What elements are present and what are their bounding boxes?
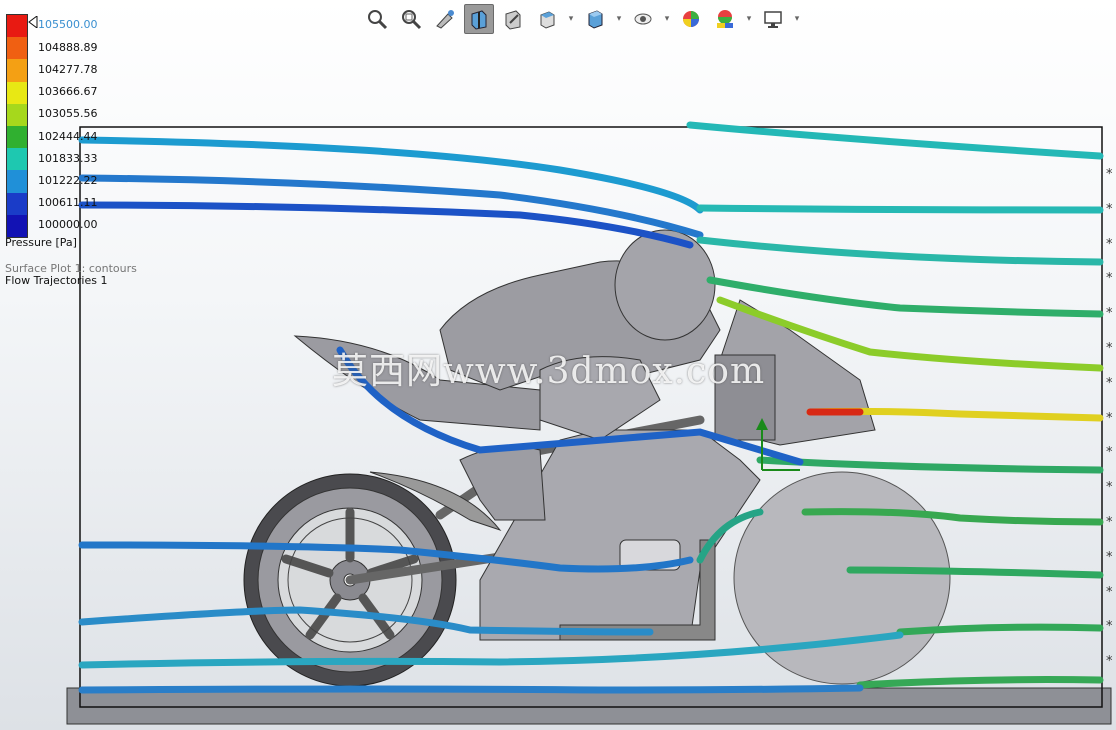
side-marker: * bbox=[1106, 654, 1113, 670]
legend-label: 100611.11 bbox=[38, 196, 98, 209]
display-style-icon[interactable] bbox=[580, 4, 610, 34]
heads-up-view-toolbar: ▾ ▾ ▾ ▾ ▾ bbox=[362, 4, 802, 34]
color-bar-segment bbox=[7, 192, 27, 215]
hide-show-items-icon[interactable] bbox=[628, 4, 658, 34]
legend-label: 101833.33 bbox=[38, 152, 98, 165]
edit-appearance-icon[interactable] bbox=[676, 4, 706, 34]
graphics-viewport[interactable]: ▾ ▾ ▾ ▾ ▾ 105500.00 104888.89 104277.78 … bbox=[0, 0, 1116, 730]
ground-plane bbox=[66, 687, 1112, 725]
apply-scene-icon[interactable] bbox=[710, 4, 740, 34]
side-marker: * bbox=[1106, 549, 1113, 565]
side-marker: * bbox=[1106, 306, 1113, 322]
zoom-to-area-icon[interactable] bbox=[396, 4, 426, 34]
side-marker: * bbox=[1106, 584, 1113, 600]
view-orientation-icon[interactable] bbox=[532, 4, 562, 34]
side-marker: * bbox=[1106, 480, 1113, 496]
color-bar-segment bbox=[7, 81, 27, 104]
hide-show-dropdown-icon[interactable]: ▾ bbox=[662, 4, 672, 34]
view-settings-icon[interactable] bbox=[758, 4, 788, 34]
side-marker: * bbox=[1106, 619, 1113, 635]
legend-max-marker-icon[interactable] bbox=[28, 16, 38, 28]
dynamic-annotation-icon[interactable] bbox=[498, 4, 528, 34]
color-bar-segment bbox=[7, 214, 27, 237]
legend-label: 104888.89 bbox=[38, 41, 98, 54]
domain-side-markers: * * * * * * * * * * * * * * * bbox=[1106, 158, 1113, 680]
color-bar bbox=[6, 14, 28, 238]
side-marker: * bbox=[1106, 201, 1113, 217]
side-marker: * bbox=[1106, 514, 1113, 530]
legend-label: 103666.67 bbox=[38, 85, 98, 98]
color-bar-segment bbox=[7, 59, 27, 82]
color-bar-segment bbox=[7, 15, 27, 38]
watermark: 莫西网www.3dmox.com bbox=[332, 351, 766, 392]
section-view-icon[interactable] bbox=[464, 4, 494, 34]
legend-label-min: 100000.00 bbox=[38, 218, 98, 231]
legend-label: 101222.22 bbox=[38, 174, 98, 187]
view-orientation-dropdown-icon[interactable]: ▾ bbox=[566, 4, 576, 34]
plot-info: Surface Plot 1: contours Flow Trajectori… bbox=[5, 263, 137, 287]
color-bar-segment bbox=[7, 148, 27, 171]
apply-scene-dropdown-icon[interactable]: ▾ bbox=[744, 4, 754, 34]
color-bar-segment bbox=[7, 125, 27, 149]
side-marker: * bbox=[1106, 340, 1113, 356]
legend-label: 103055.56 bbox=[38, 107, 98, 120]
view-settings-dropdown-icon[interactable]: ▾ bbox=[792, 4, 802, 34]
side-marker: * bbox=[1106, 236, 1113, 252]
legend-label: 102444.44 bbox=[38, 130, 98, 143]
previous-view-icon[interactable] bbox=[430, 4, 460, 34]
side-marker: * bbox=[1106, 375, 1113, 391]
flow-trajectories-label[interactable]: Flow Trajectories 1 bbox=[5, 275, 137, 287]
side-marker: * bbox=[1106, 445, 1113, 461]
legend-title: Pressure [Pa] bbox=[5, 236, 77, 249]
color-bar-segment bbox=[7, 37, 27, 60]
side-marker: * bbox=[1106, 271, 1113, 287]
zoom-to-fit-icon[interactable] bbox=[362, 4, 392, 34]
legend-label: 104277.78 bbox=[38, 63, 98, 76]
rider-helmet bbox=[614, 229, 716, 341]
side-marker: * bbox=[1106, 410, 1113, 426]
color-bar-segment bbox=[7, 103, 27, 126]
legend-label-max[interactable]: 105500.00 bbox=[38, 18, 98, 31]
side-marker: * bbox=[1106, 167, 1113, 182]
color-bar-segment bbox=[7, 170, 27, 193]
display-style-dropdown-icon[interactable]: ▾ bbox=[614, 4, 624, 34]
